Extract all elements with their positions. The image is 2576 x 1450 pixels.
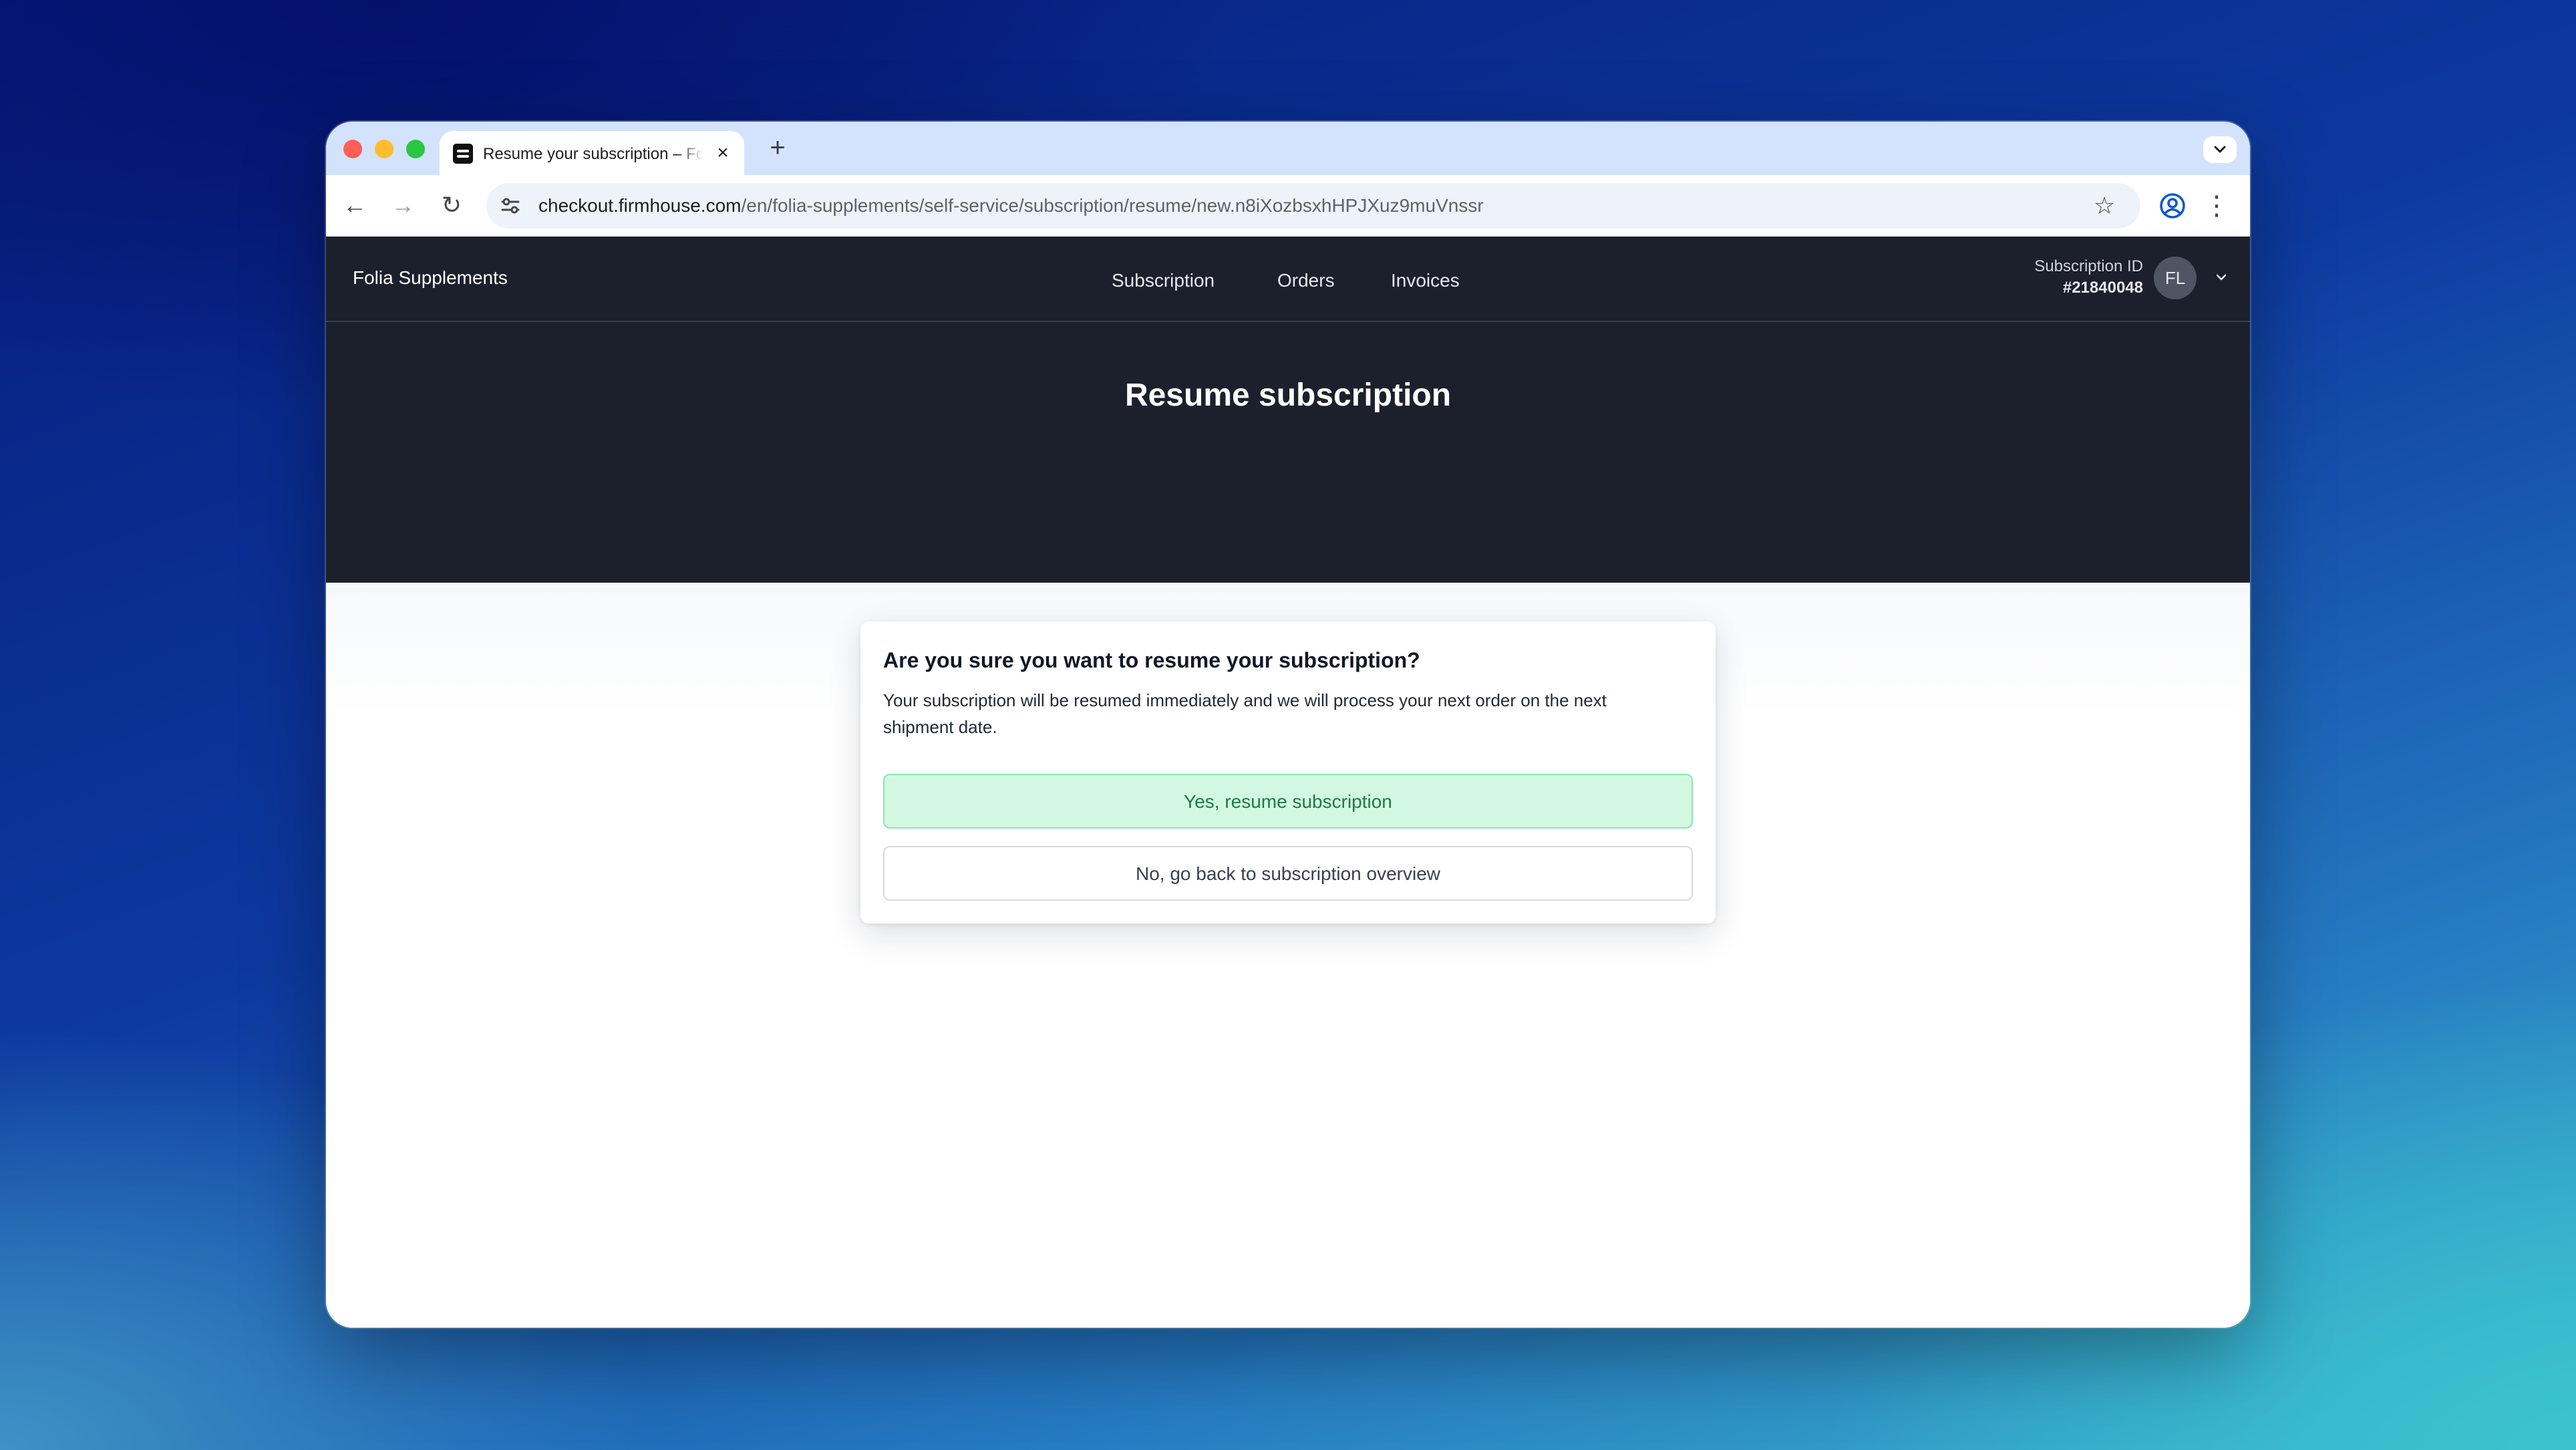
minimize-window-button[interactable] (375, 140, 393, 158)
profile-icon[interactable] (2158, 191, 2187, 221)
url-path: /en/folia-supplements/self-service/subsc… (741, 195, 1484, 216)
browser-tab-active[interactable]: Resume your subscription – Folia Supplem… (440, 131, 744, 175)
new-tab-button[interactable]: + (766, 134, 790, 161)
forward-arrow-icon[interactable]: → (386, 188, 420, 222)
back-arrow-icon[interactable]: ← (338, 188, 371, 222)
page-title: Resume subscription (1124, 378, 1452, 413)
address-bar[interactable]: checkout.firmhouse.com/en/folia-suppleme… (486, 183, 2140, 229)
chevron-down-icon (2214, 146, 2226, 153)
account-menu-chevron-icon[interactable] (2211, 267, 2231, 287)
maximize-window-button[interactable] (406, 140, 425, 158)
browser-menu-icon[interactable]: ⋮ (2203, 190, 2230, 222)
reload-icon[interactable]: ↻ (435, 188, 468, 222)
browser-window: Resume your subscription – Folia Supplem… (326, 122, 2250, 1328)
tab-close-icon[interactable]: × (712, 142, 734, 164)
nav-invoices[interactable]: Invoices (1391, 269, 1460, 293)
firmhouse-favicon-icon (453, 144, 473, 164)
back-to-overview-button[interactable]: No, go back to subscription overview (883, 846, 1693, 901)
subscription-id-value: #21840048 (2062, 279, 2143, 297)
nav-orders[interactable]: Orders (1277, 269, 1335, 293)
dialog-body: Your subscription will be resumed immedi… (883, 690, 1607, 737)
tab-search-button[interactable] (2203, 136, 2237, 163)
page-header: Folia Supplements Subscription Orders In… (326, 237, 2250, 583)
tab-strip: Resume your subscription – Folia Supplem… (326, 122, 2250, 175)
nav-subscription[interactable]: Subscription (1112, 269, 1215, 293)
url-text: checkout.firmhouse.com/en/folia-suppleme… (538, 194, 1484, 218)
confirm-resume-card: Are you sure you want to resume your sub… (860, 621, 1716, 923)
site-settings-icon[interactable] (498, 194, 522, 218)
browser-toolbar: ← → ↻ checkout.firmhouse.com/en/folia-su… (326, 175, 2250, 237)
avatar[interactable]: FL (2154, 257, 2197, 299)
subscription-id-label: Subscription ID (2034, 257, 2143, 275)
page-content: Folia Supplements Subscription Orders In… (326, 237, 2250, 1328)
url-host: checkout.firmhouse.com (538, 195, 742, 216)
close-window-button[interactable] (343, 140, 362, 158)
brand-name[interactable]: Folia Supplements (353, 266, 508, 290)
confirm-resume-button[interactable]: Yes, resume subscription (883, 774, 1693, 829)
bookmark-star-icon[interactable]: ☆ (2090, 191, 2119, 221)
dialog-heading: Are you sure you want to resume your sub… (883, 648, 1420, 672)
tune-icon (501, 198, 520, 214)
header-divider (326, 321, 2250, 322)
tab-title: Resume your subscription – Folia Supplem… (483, 145, 703, 163)
